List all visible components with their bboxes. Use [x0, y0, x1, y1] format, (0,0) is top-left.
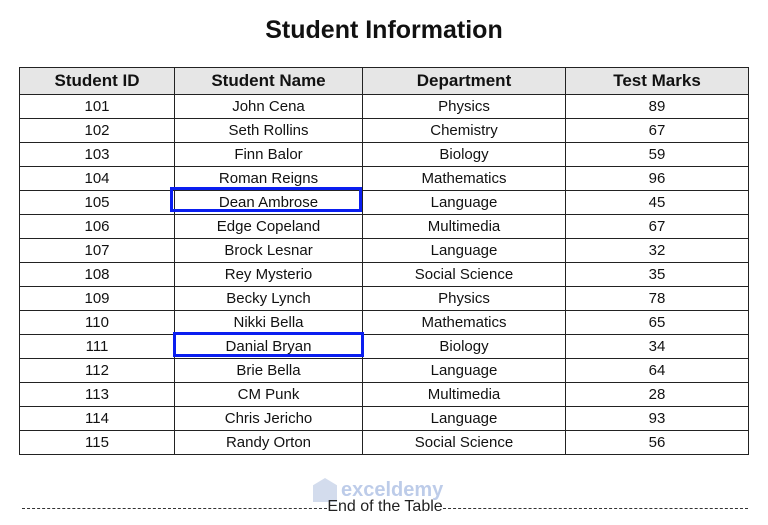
cell-department: Language: [362, 358, 566, 383]
cell-student-id: 104: [19, 166, 175, 191]
cell-test-marks: 93: [565, 406, 749, 431]
highlight-box-danial-bryan: [173, 332, 364, 357]
cell-test-marks: 59: [565, 142, 749, 167]
cell-student-name: Chris Jericho: [174, 406, 363, 431]
cell-student-name: Rey Mysterio: [174, 262, 363, 287]
cell-test-marks: 28: [565, 382, 749, 407]
cell-student-id: 102: [19, 118, 175, 143]
cell-department: Mathematics: [362, 166, 566, 191]
cell-student-id: 115: [19, 430, 175, 455]
table-row: 107 Brock Lesnar Language 32: [19, 238, 749, 263]
header-department: Department: [362, 67, 566, 95]
table-row: 105 Dean Ambrose Language 45: [19, 190, 749, 215]
table-row: 111 Danial Bryan Biology 34: [19, 334, 749, 359]
cell-department: Biology: [362, 142, 566, 167]
page-title: Student Information: [265, 16, 503, 44]
table-row: 110 Nikki Bella Mathematics 65: [19, 310, 749, 335]
cell-test-marks: 35: [565, 262, 749, 287]
cell-test-marks: 32: [565, 238, 749, 263]
cell-student-name: Nikki Bella: [174, 310, 363, 335]
dash-left: [22, 507, 328, 509]
table-row: 112 Brie Bella Language 64: [19, 358, 749, 383]
highlight-box-dean-ambrose: [170, 187, 362, 212]
cell-test-marks: 96: [565, 166, 749, 191]
table-row: 104 Roman Reigns Mathematics 96: [19, 166, 749, 191]
header-test-marks: Test Marks: [565, 67, 749, 95]
cell-student-id: 105: [19, 190, 175, 215]
cell-department: Multimedia: [362, 382, 566, 407]
cell-test-marks: 64: [565, 358, 749, 383]
cell-department: Biology: [362, 334, 566, 359]
cell-department: Physics: [362, 94, 566, 119]
table-row: 106 Edge Copeland Multimedia 67: [19, 214, 749, 239]
cell-test-marks: 45: [565, 190, 749, 215]
cell-department: Multimedia: [362, 214, 566, 239]
cell-test-marks: 67: [565, 118, 749, 143]
cell-student-name: Finn Balor: [174, 142, 363, 167]
cell-department: Chemistry: [362, 118, 566, 143]
cell-student-name: Seth Rollins: [174, 118, 363, 143]
table-row: 114 Chris Jericho Language 93: [19, 406, 749, 431]
cell-student-id: 101: [19, 94, 175, 119]
cell-student-id: 112: [19, 358, 175, 383]
cell-student-id: 103: [19, 142, 175, 167]
table-row: 109 Becky Lynch Physics 78: [19, 286, 749, 311]
cell-student-id: 110: [19, 310, 175, 335]
cell-test-marks: 65: [565, 310, 749, 335]
cell-student-id: 111: [19, 334, 175, 359]
header-row: Student ID Student Name Department Test …: [19, 67, 749, 95]
cell-student-name: CM Punk: [174, 382, 363, 407]
table-row: 115 Randy Orton Social Science 56: [19, 430, 749, 455]
cell-student-id: 106: [19, 214, 175, 239]
cell-test-marks: 78: [565, 286, 749, 311]
cell-test-marks: 56: [565, 430, 749, 455]
table-row: 102 Seth Rollins Chemistry 67: [19, 118, 749, 143]
table-row: 103 Finn Balor Biology 59: [19, 142, 749, 167]
cell-department: Language: [362, 238, 566, 263]
cell-test-marks: 89: [565, 94, 749, 119]
cell-department: Social Science: [362, 262, 566, 287]
cell-department: Mathematics: [362, 310, 566, 335]
cell-student-name: Randy Orton: [174, 430, 363, 455]
cell-student-name: Becky Lynch: [174, 286, 363, 311]
cell-student-name: Brock Lesnar: [174, 238, 363, 263]
table-row: 101 John Cena Physics 89: [19, 94, 749, 119]
cell-department: Language: [362, 406, 566, 431]
table-row: 108 Rey Mysterio Social Science 35: [19, 262, 749, 287]
cell-student-id: 109: [19, 286, 175, 311]
end-of-table-text: End of the Table: [327, 498, 443, 515]
cell-student-name: Edge Copeland: [174, 214, 363, 239]
cell-test-marks: 34: [565, 334, 749, 359]
header-student-name: Student Name: [174, 67, 363, 95]
cell-department: Physics: [362, 286, 566, 311]
cell-department: Social Science: [362, 430, 566, 455]
cell-student-id: 107: [19, 238, 175, 263]
student-table: Student ID Student Name Department Test …: [19, 67, 749, 455]
cell-department: Language: [362, 190, 566, 215]
header-student-id: Student ID: [19, 67, 175, 95]
dash-right: [442, 507, 748, 509]
end-of-table-line: End of the Table: [22, 498, 748, 516]
cell-student-name: John Cena: [174, 94, 363, 119]
cell-student-id: 113: [19, 382, 175, 407]
cell-student-id: 108: [19, 262, 175, 287]
cell-student-id: 114: [19, 406, 175, 431]
table-row: 113 CM Punk Multimedia 28: [19, 382, 749, 407]
cell-test-marks: 67: [565, 214, 749, 239]
cell-student-name: Brie Bella: [174, 358, 363, 383]
